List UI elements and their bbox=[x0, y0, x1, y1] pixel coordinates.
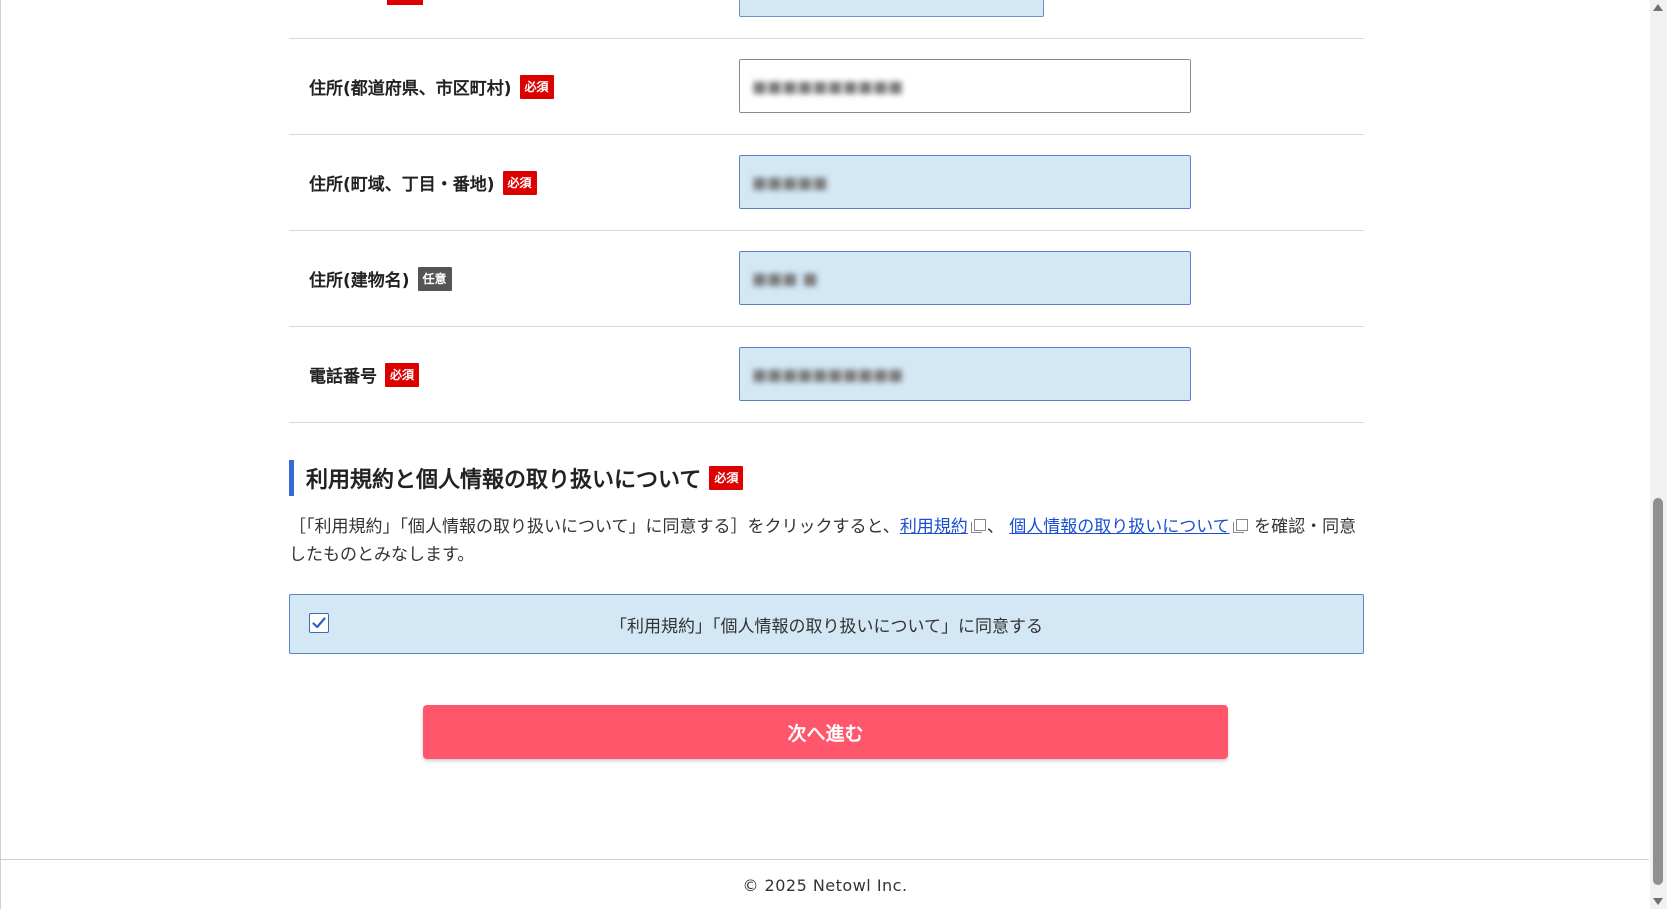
optional-badge: 任意 bbox=[417, 266, 452, 291]
field-value: ■■■■■■■■■■ bbox=[752, 364, 904, 384]
form-row-town-street: 住所(町域、丁目・番地) 必須 ■■■■■ bbox=[289, 135, 1364, 231]
label-text: 住所(町域、丁目・番地) bbox=[309, 175, 495, 195]
terms-heading: 利用規約と個人情報の取り扱いについて 必須 bbox=[289, 460, 744, 496]
field-value: ■■■■■■■■■■ bbox=[752, 76, 904, 96]
check-icon bbox=[312, 617, 326, 629]
field-value: ■■■■■ bbox=[752, 172, 828, 192]
terms-heading-text: 利用規約と個人情報の取り扱いについて bbox=[306, 468, 702, 493]
page: 住所(都道府県、市区町村) 必須 ■■■■■■■■■■ 住所(町域、丁目・番地)… bbox=[0, 0, 1667, 909]
privacy-link-text: 個人情報の取り扱いについて bbox=[1009, 517, 1230, 537]
town-street-field[interactable]: ■■■■■ bbox=[739, 155, 1191, 209]
label-text: 住所(建物名) bbox=[309, 271, 410, 291]
external-link-icon bbox=[1232, 519, 1249, 533]
scroll-thumb[interactable] bbox=[1653, 498, 1663, 885]
terms-description: ［「利用規約」「個人情報の取り扱いについて」に同意する］をクリックすると、利用規… bbox=[289, 513, 1364, 569]
scroll-up-icon[interactable] bbox=[1653, 4, 1663, 11]
label-text: 住所(都道府県、市区町村) bbox=[309, 79, 512, 99]
agree-checkbox-container[interactable]: 「利用規約」「個人情報の取り扱いについて」に同意する bbox=[289, 594, 1364, 654]
agree-label: 「利用規約」「個人情報の取り扱いについて」に同意する bbox=[610, 616, 1043, 637]
label-text: 電話番号 bbox=[309, 367, 377, 387]
footer: © 2025 Netowl Inc. bbox=[1, 859, 1649, 909]
field-label: 住所(建物名) 任意 bbox=[309, 231, 452, 326]
form-row-partial bbox=[289, 0, 1364, 39]
scroll-down-icon[interactable] bbox=[1653, 898, 1663, 905]
required-badge: 必須 bbox=[385, 362, 420, 387]
field-label: 住所(都道府県、市区町村) 必須 bbox=[309, 39, 554, 134]
field-value: ■■■ ■ bbox=[752, 268, 818, 288]
external-link-icon bbox=[970, 519, 987, 533]
field-label: 住所(町域、丁目・番地) 必須 bbox=[309, 135, 537, 230]
desc-separator: 、 bbox=[986, 517, 1004, 537]
form-row-building: 住所(建物名) 任意 ■■■ ■ bbox=[289, 231, 1364, 327]
required-badge-partial bbox=[387, 0, 423, 5]
phone-field[interactable]: ■■■■■■■■■■ bbox=[739, 347, 1191, 401]
field-label: 電話番号 必須 bbox=[309, 327, 420, 422]
required-badge: 必須 bbox=[519, 74, 554, 99]
postal-field-partial[interactable] bbox=[739, 0, 1044, 17]
terms-link-text: 利用規約 bbox=[899, 517, 968, 537]
next-button[interactable]: 次へ進む bbox=[423, 705, 1228, 759]
copyright-text: © 2025 Netowl Inc. bbox=[742, 875, 908, 895]
form-row-phone: 電話番号 必須 ■■■■■■■■■■ bbox=[289, 327, 1364, 423]
required-badge: 必須 bbox=[502, 170, 537, 195]
terms-link[interactable]: 利用規約 bbox=[900, 517, 968, 537]
form-row-prefecture-city: 住所(都道府県、市区町村) 必須 ■■■■■■■■■■ bbox=[289, 39, 1364, 135]
prefecture-city-field[interactable]: ■■■■■■■■■■ bbox=[739, 59, 1191, 113]
vertical-scrollbar[interactable] bbox=[1650, 0, 1667, 909]
required-badge: 必須 bbox=[709, 466, 744, 490]
desc-prefix: ［「利用規約」「個人情報の取り扱いについて」に同意する］をクリックすると、 bbox=[289, 517, 900, 537]
agree-checkbox[interactable] bbox=[309, 613, 329, 633]
privacy-link[interactable]: 個人情報の取り扱いについて bbox=[1009, 517, 1230, 537]
building-field[interactable]: ■■■ ■ bbox=[739, 251, 1191, 305]
